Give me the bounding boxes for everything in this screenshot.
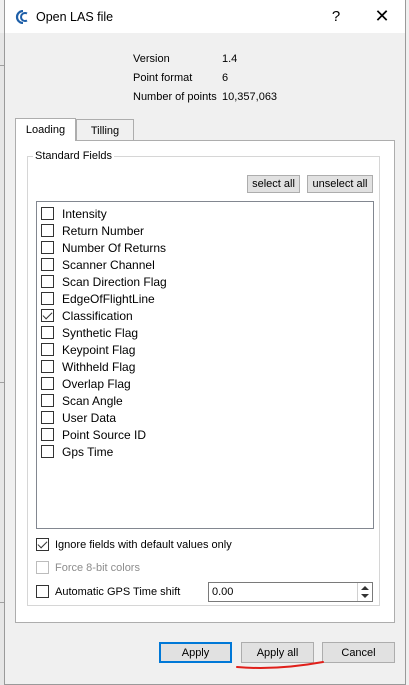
list-item[interactable]: Point Source ID <box>41 426 146 443</box>
list-item[interactable]: Intensity <box>41 205 107 222</box>
field-checkbox[interactable] <box>41 343 54 356</box>
field-checkbox[interactable] <box>41 258 54 271</box>
select-all-button[interactable]: select all <box>247 175 300 193</box>
field-label: Synthetic Flag <box>62 325 139 340</box>
cancel-button[interactable]: Cancel <box>322 642 395 663</box>
spin-down-icon[interactable] <box>361 594 369 598</box>
field-label: Intensity <box>62 206 107 221</box>
tab-tilling[interactable]: Tilling <box>76 119 134 141</box>
dialog-title: Open LAS file <box>36 10 114 24</box>
number-of-points-label: Number of points <box>133 91 217 103</box>
field-checkbox[interactable] <box>41 326 54 339</box>
ignore-defaults-checkbox[interactable] <box>36 538 49 551</box>
field-label: Overlap Flag <box>62 376 131 391</box>
list-item[interactable]: Keypoint Flag <box>41 341 135 358</box>
force-8bit-option: Force 8-bit colors <box>36 561 140 574</box>
force-8bit-checkbox <box>36 561 49 574</box>
apply-all-button[interactable]: Apply all <box>241 642 314 663</box>
field-checkbox[interactable] <box>41 275 54 288</box>
field-label: Classification <box>62 308 133 323</box>
field-label: Withheld Flag <box>62 359 136 374</box>
help-button[interactable]: ? <box>316 0 356 33</box>
version-value: 1.4 <box>222 53 238 65</box>
list-item[interactable]: Classification <box>41 307 133 324</box>
gps-shift-value: 0.00 <box>212 586 234 598</box>
standard-fields-title: Standard Fields <box>33 150 115 162</box>
spin-up-icon[interactable] <box>361 586 369 590</box>
apply-button[interactable]: Apply <box>159 642 232 663</box>
gps-shift-label: Automatic GPS Time shift <box>55 585 181 598</box>
number-of-points-value: 10,357,063 <box>222 91 278 103</box>
point-format-label: Point format <box>133 72 193 84</box>
list-item[interactable]: Scan Direction Flag <box>41 273 167 290</box>
list-item[interactable]: Overlap Flag <box>41 375 131 392</box>
version-label: Version <box>133 53 170 65</box>
ignore-defaults-option[interactable]: Ignore fields with default values only <box>36 538 232 551</box>
field-label: Gps Time <box>62 444 114 459</box>
field-checkbox[interactable] <box>41 377 54 390</box>
field-checkbox[interactable] <box>41 411 54 424</box>
list-item[interactable]: Scan Angle <box>41 392 123 409</box>
open-las-dialog: Open LAS file ? ✕ Version 1.4 Point form… <box>4 0 406 685</box>
list-item[interactable]: Scanner Channel <box>41 256 155 273</box>
list-item[interactable]: Number Of Returns <box>41 239 166 256</box>
list-item[interactable]: Synthetic Flag <box>41 324 138 341</box>
list-item[interactable]: Withheld Flag <box>41 358 135 375</box>
ignore-defaults-label: Ignore fields with default values only <box>55 538 232 551</box>
list-item[interactable]: EdgeOfFlightLine <box>41 290 155 307</box>
tab-loading[interactable]: Loading <box>15 118 76 141</box>
field-label: Number Of Returns <box>62 240 167 255</box>
gps-shift-option[interactable]: Automatic GPS Time shift <box>36 585 180 598</box>
gps-shift-spinbox[interactable]: 0.00 <box>208 582 373 602</box>
field-checkbox[interactable] <box>41 445 54 458</box>
field-checkbox[interactable] <box>41 292 54 305</box>
field-checkbox[interactable] <box>41 224 54 237</box>
field-label: Scan Angle <box>62 393 123 408</box>
close-button[interactable]: ✕ <box>362 0 402 33</box>
point-format-value: 6 <box>222 72 229 84</box>
title-bar: Open LAS file ? ✕ <box>5 0 405 33</box>
field-checkbox[interactable] <box>41 428 54 441</box>
unselect-all-button[interactable]: unselect all <box>307 175 373 193</box>
standard-fields-list[interactable]: Intensity Return Number Number Of Returns S… <box>36 201 374 529</box>
field-label: Point Source ID <box>62 427 147 442</box>
gps-shift-checkbox[interactable] <box>36 585 49 598</box>
field-checkbox[interactable] <box>41 360 54 373</box>
field-checkbox[interactable] <box>41 394 54 407</box>
field-label: Keypoint Flag <box>62 342 136 357</box>
force-8bit-label: Force 8-bit colors <box>55 561 140 574</box>
list-item[interactable]: Return Number <box>41 222 144 239</box>
field-label: Scan Direction Flag <box>62 274 167 289</box>
field-label: Scanner Channel <box>62 257 155 272</box>
field-checkbox[interactable] <box>41 309 54 322</box>
field-label: User Data <box>62 410 117 425</box>
field-label: Return Number <box>62 223 145 238</box>
cloudcompare-app-icon <box>15 10 28 24</box>
field-checkbox[interactable] <box>41 241 54 254</box>
list-item[interactable]: Gps Time <box>41 443 113 460</box>
list-item[interactable]: User Data <box>41 409 116 426</box>
spin-arrows[interactable] <box>357 583 372 601</box>
field-checkbox[interactable] <box>41 207 54 220</box>
field-label: EdgeOfFlightLine <box>62 291 155 306</box>
